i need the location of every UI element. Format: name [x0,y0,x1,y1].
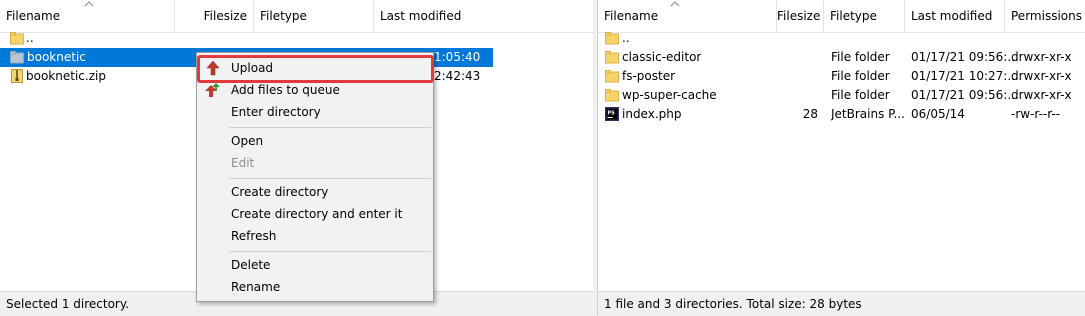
folder-icon [10,32,24,45]
list-item-classic-editor[interactable]: classic-editor File folder 01/17/21 09:5… [598,48,1085,67]
permissions: drwxr-xr-x [1011,88,1072,102]
list-item-parent-dir[interactable]: .. [0,29,593,48]
filename: .. [622,31,630,45]
filetype: File folder [831,69,890,83]
filetype: File folder [831,50,890,64]
sort-ascending-icon [84,1,94,7]
filesize: 28 [802,107,818,121]
last-modified: 01/17/21 09:56:... [911,88,1019,102]
context-menu: Upload Add files to queue Enter director… [196,52,434,302]
folder-icon [10,51,24,64]
column-header-filetype[interactable]: Filetype [824,0,905,32]
filetype: File folder [831,88,890,102]
remote-status-bar: 1 file and 3 directories. Total size: 28… [598,291,1085,315]
menu-separator [229,251,431,252]
permissions: drwxr-xr-x [1011,69,1072,83]
column-header-last-modified[interactable]: Last modified [374,0,593,32]
phpstorm-file-icon: PS [605,107,619,121]
list-item-parent-dir[interactable]: .. [598,29,1085,48]
column-header-filesize[interactable]: Filesize [175,0,254,32]
list-item-index-php[interactable]: PS index.php 28 JetBrains P... 06/05/14 … [598,105,1085,124]
filename: booknetic.zip [26,69,106,83]
folder-icon [605,70,619,83]
last-modified: 01/17/21 10:27:... [911,69,1019,83]
column-header-filetype[interactable]: Filetype [254,0,374,32]
menu-item-edit: Edit [231,156,255,170]
column-header-last-modified[interactable]: Last modified [905,0,1005,32]
filename: booknetic [27,50,86,64]
menu-item-open[interactable]: Open [199,130,431,152]
menu-item-create-directory[interactable]: Create directory [199,181,431,203]
sort-ascending-icon [670,1,680,7]
folder-icon [605,51,619,64]
filename: fs-poster [622,69,676,83]
filename: .. [26,31,34,45]
last-modified: 01/17/21 09:56:... [911,50,1019,64]
filename: classic-editor [622,50,702,64]
permissions: drwxr-xr-x [1011,50,1072,64]
permissions: -rw-r--r-- [1011,107,1061,121]
menu-item-create-directory-and-enter[interactable]: Create directory and enter it [199,203,431,225]
last-modified: 1:05:40 [434,50,481,64]
zip-file-icon [11,69,23,83]
menu-item-delete[interactable]: Delete [199,254,431,276]
remote-file-list[interactable]: Filename Filesize Filetype Last modified… [597,0,1085,315]
folder-icon [605,32,619,45]
menu-item-enter-directory[interactable]: Enter directory [199,101,431,123]
column-header-filesize[interactable]: Filesize [777,0,824,32]
column-header-filename[interactable]: Filename [598,0,777,32]
menu-item-rename[interactable]: Rename [199,276,431,298]
svg-text:PS: PS [608,111,616,117]
folder-icon [605,89,619,102]
filetype: JetBrains P... [831,107,905,121]
upload-highlight-annotation [197,55,434,83]
menu-item-refresh[interactable]: Refresh [199,225,431,247]
add-to-queue-icon [205,83,220,97]
column-header-filename[interactable]: Filename [0,0,175,32]
list-item-wp-super-cache[interactable]: wp-super-cache File folder 01/17/21 09:5… [598,86,1085,105]
filename: index.php [622,107,682,121]
last-modified: 2:42:43 [434,69,481,83]
menu-separator [229,178,431,179]
list-item-fs-poster[interactable]: fs-poster File folder 01/17/21 10:27:...… [598,67,1085,86]
menu-separator [229,127,431,128]
last-modified: 06/05/14 [911,107,965,121]
column-header-permissions[interactable]: Permissions [1005,0,1085,32]
filename: wp-super-cache [622,88,717,102]
